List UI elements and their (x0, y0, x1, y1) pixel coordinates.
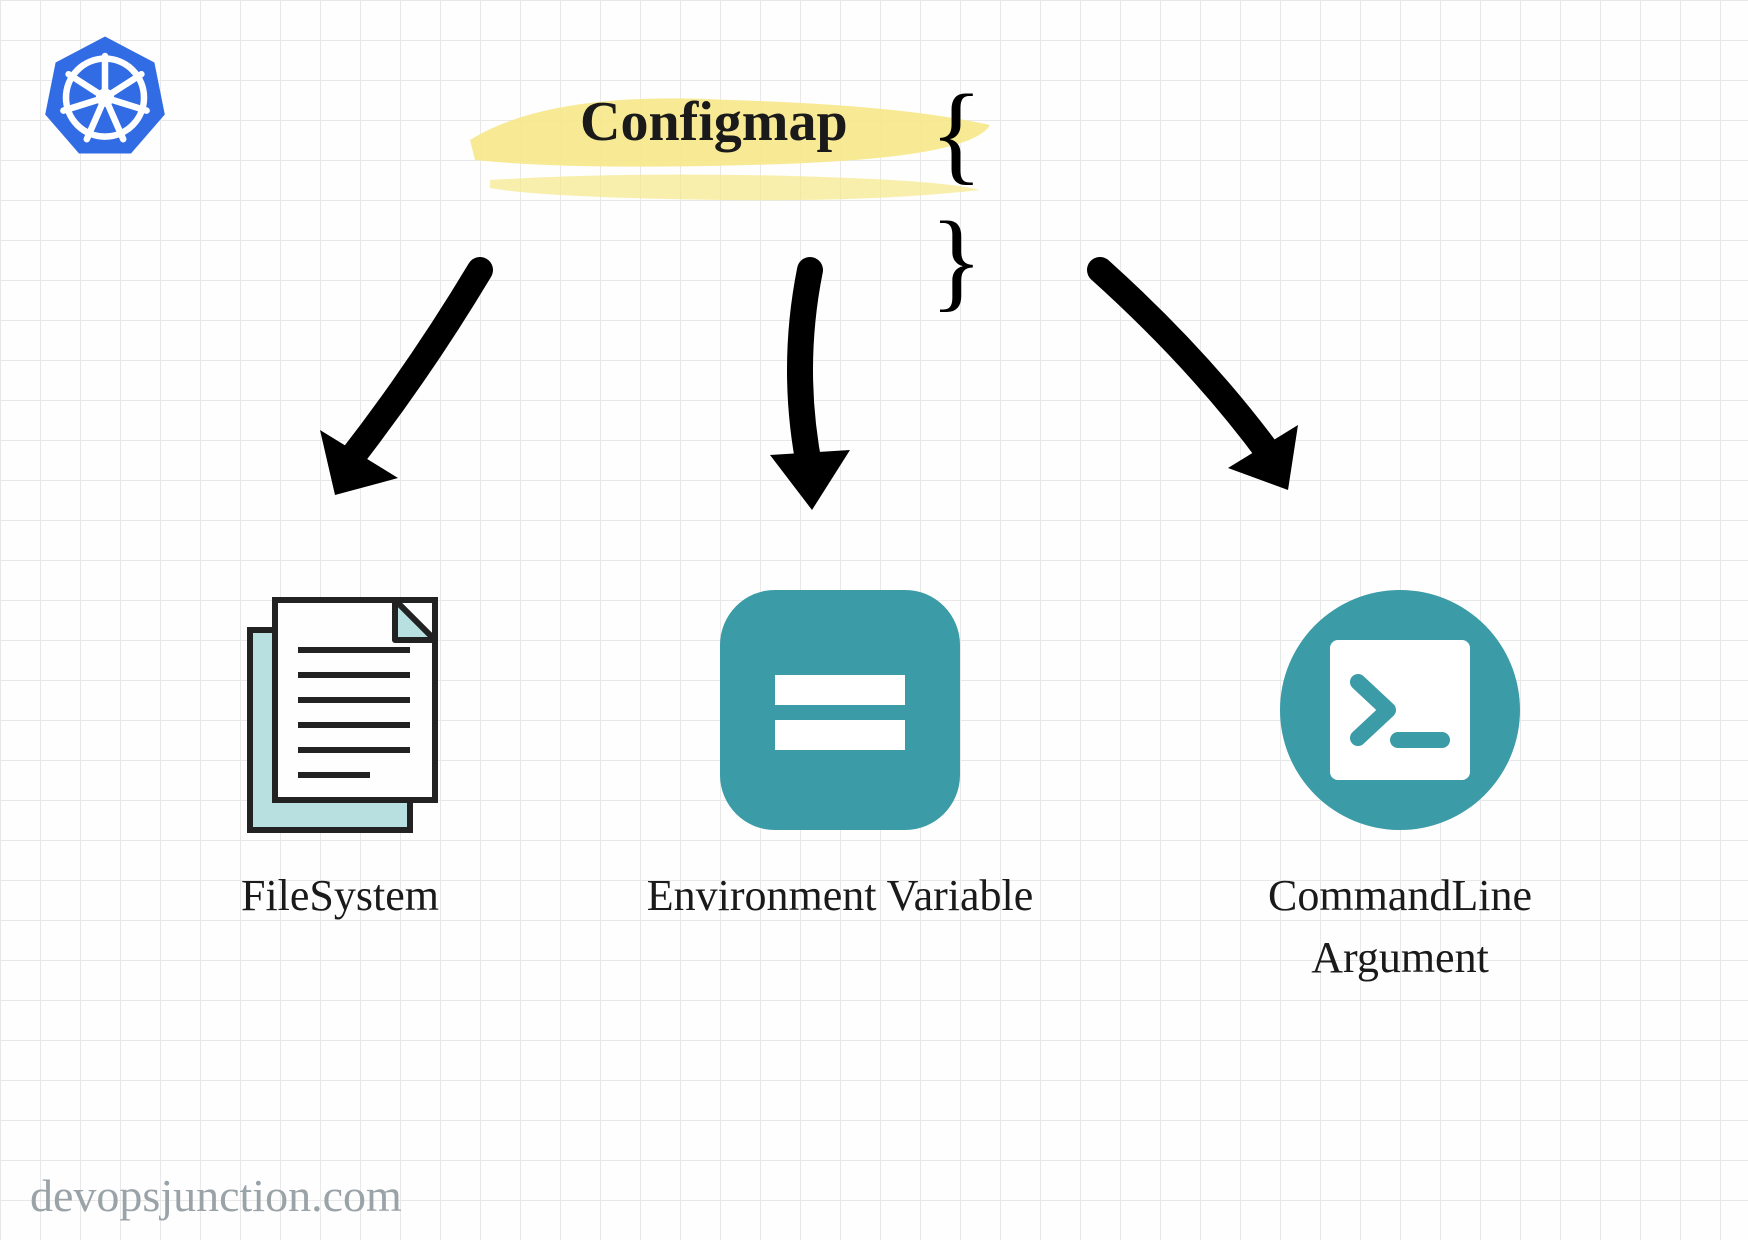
cli-icon (1270, 580, 1530, 840)
arrow-left-icon (280, 250, 540, 530)
node-cli: CommandLine Argument (1190, 580, 1610, 988)
cli-label: CommandLine Argument (1190, 865, 1610, 988)
node-filesystem: FileSystem (180, 580, 500, 927)
env-icon (710, 580, 970, 840)
arrow-center-icon (720, 250, 900, 540)
node-env: Environment Variable (590, 580, 1090, 927)
filesystem-icon (220, 580, 460, 840)
watermark-label: devopsjunction.com (30, 1169, 402, 1222)
arrow-right-icon (1060, 250, 1340, 530)
title-label: Configmap (580, 90, 848, 154)
env-label: Environment Variable (590, 865, 1090, 927)
diagram-title: Configmap { } (450, 60, 1150, 220)
kubernetes-logo-icon (40, 30, 170, 165)
filesystem-label: FileSystem (180, 865, 500, 927)
